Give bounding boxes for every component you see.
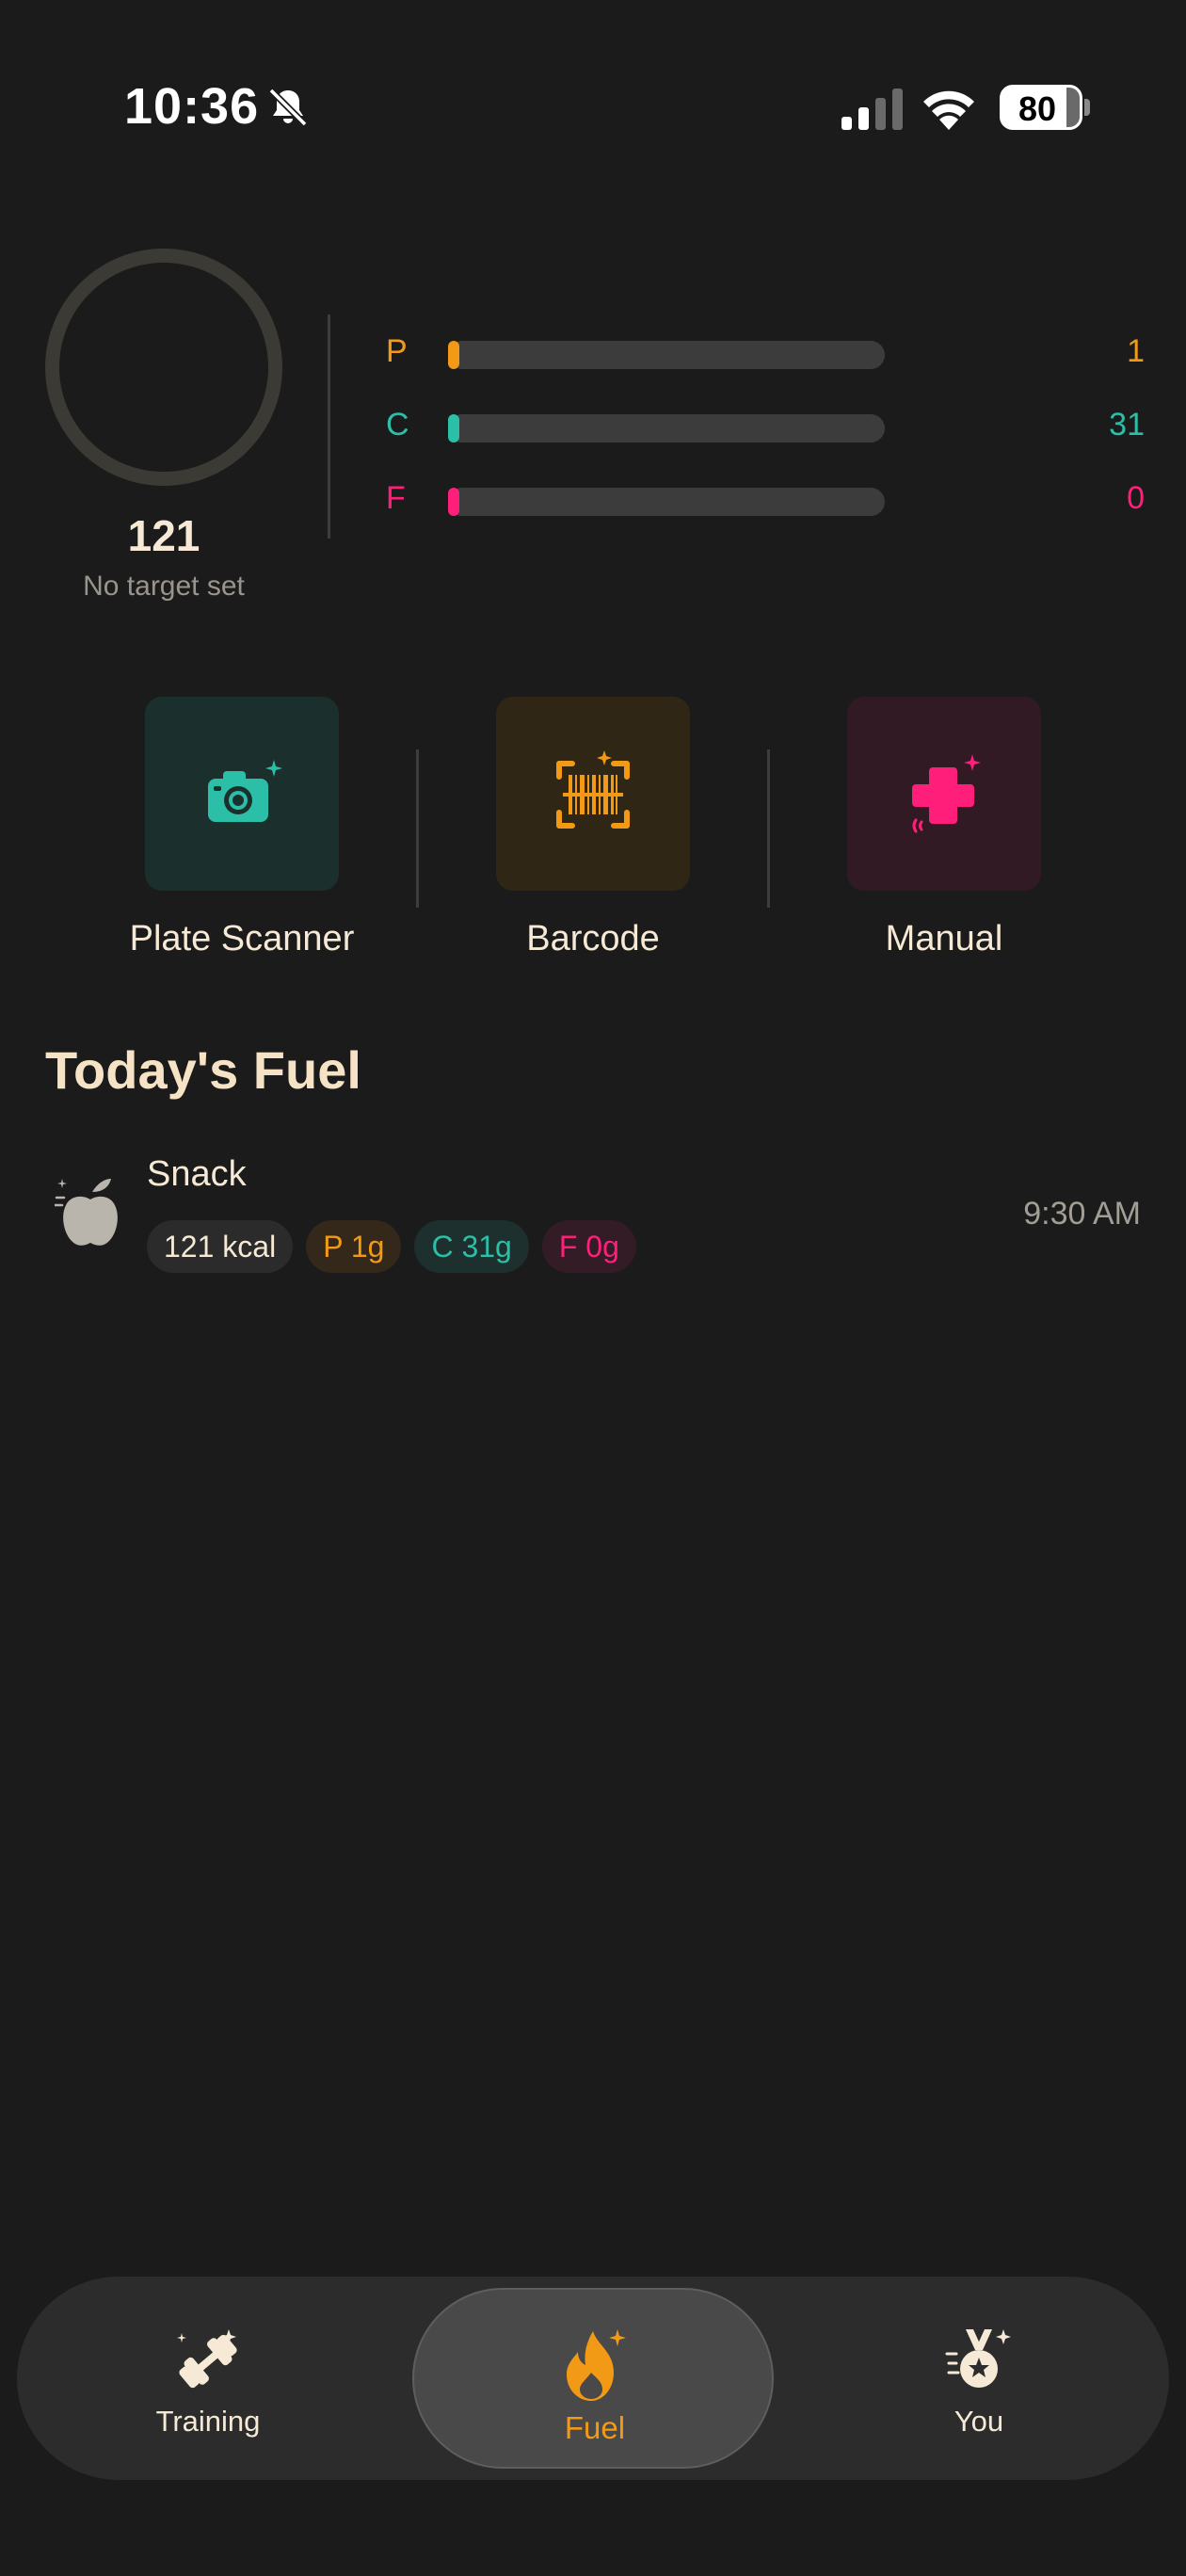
protein-tag: P 1g — [306, 1220, 402, 1273]
wifi-icon — [923, 90, 974, 130]
macro-letter: P — [386, 333, 408, 369]
macro-letter: C — [386, 407, 409, 443]
plate-scanner-label: Plate Scanner — [129, 919, 355, 958]
status-bar: 10:36 80 — [0, 0, 1186, 217]
fuel-screen: 10:36 80 121 No target set P 1 C 31 F 0 … — [0, 0, 1186, 2576]
tab-you[interactable]: You — [838, 2277, 1120, 2480]
tab-label: Training — [155, 2405, 261, 2438]
meal-time: 9:30 AM — [1023, 1196, 1141, 1232]
barcode-tile[interactable] — [496, 697, 690, 891]
battery-icon: 80 — [1000, 85, 1090, 130]
meal-name: Snack — [147, 1154, 247, 1194]
macro-progress-fill — [448, 488, 459, 516]
dumbbell-icon — [177, 2329, 237, 2389]
camera-sparkle-icon — [208, 760, 282, 822]
macro-progress-track — [448, 414, 885, 443]
barcode-button[interactable]: Barcode — [496, 697, 690, 958]
macro-value: 31 — [1109, 407, 1145, 443]
macro-value: 0 — [1127, 480, 1145, 516]
macro-row-protein: P 1 — [386, 333, 1145, 375]
calorie-tag: 121 kcal — [147, 1220, 294, 1273]
carbs-tag: C 31g — [414, 1220, 529, 1273]
calorie-target-note: No target set — [83, 571, 245, 602]
plate-scanner-tile[interactable] — [145, 697, 339, 891]
macro-progress-track — [448, 488, 885, 516]
meal-entry[interactable]: Snack 121 kcal P 1g C 31g F 0g 9:30 AM — [45, 1151, 1141, 1282]
bell-slash-icon — [268, 88, 308, 127]
barcode-label: Barcode — [526, 919, 660, 958]
medal-icon — [945, 2329, 1011, 2388]
cellular-signal-icon — [841, 89, 903, 130]
tab-training[interactable]: Training — [67, 2277, 349, 2480]
manual-label: Manual — [885, 919, 1003, 958]
fat-tag: F 0g — [541, 1220, 636, 1273]
manual-tile[interactable] — [847, 697, 1041, 891]
summary-divider — [328, 314, 330, 539]
tab-label: You — [954, 2405, 1004, 2438]
barcode-scan-icon — [556, 750, 630, 829]
action-divider — [416, 749, 419, 908]
tab-label: Fuel — [564, 2410, 626, 2445]
bottom-tab-bar: Training Fuel You — [17, 2277, 1169, 2480]
meal-macro-tags: 121 kcal P 1g C 31g F 0g — [147, 1220, 636, 1273]
macro-progress-track — [448, 341, 885, 369]
plus-sparkle-icon — [912, 754, 981, 833]
macro-letter: F — [386, 480, 406, 516]
status-time: 10:36 — [124, 78, 260, 135]
battery-level: 80 — [1018, 89, 1057, 128]
macro-row-fat: F 0 — [386, 480, 1145, 522]
plate-scanner-button[interactable]: Plate Scanner — [130, 697, 354, 958]
action-divider — [767, 749, 770, 908]
macro-progress-fill — [448, 414, 459, 443]
macro-progress-fill — [448, 341, 459, 369]
battery-tip — [1084, 99, 1090, 116]
macro-value: 1 — [1127, 333, 1145, 369]
manual-entry-button[interactable]: Manual — [847, 697, 1041, 958]
apple-icon — [55, 1179, 118, 1246]
calorie-ring — [45, 249, 282, 486]
tab-fuel[interactable]: Fuel — [412, 2288, 774, 2469]
todays-fuel-heading: Today's Fuel — [45, 1040, 361, 1100]
calorie-total: 121 — [127, 511, 200, 560]
battery-body: 80 — [1000, 85, 1082, 130]
macro-row-carbs: C 31 — [386, 407, 1145, 448]
flame-icon — [567, 2329, 626, 2401]
